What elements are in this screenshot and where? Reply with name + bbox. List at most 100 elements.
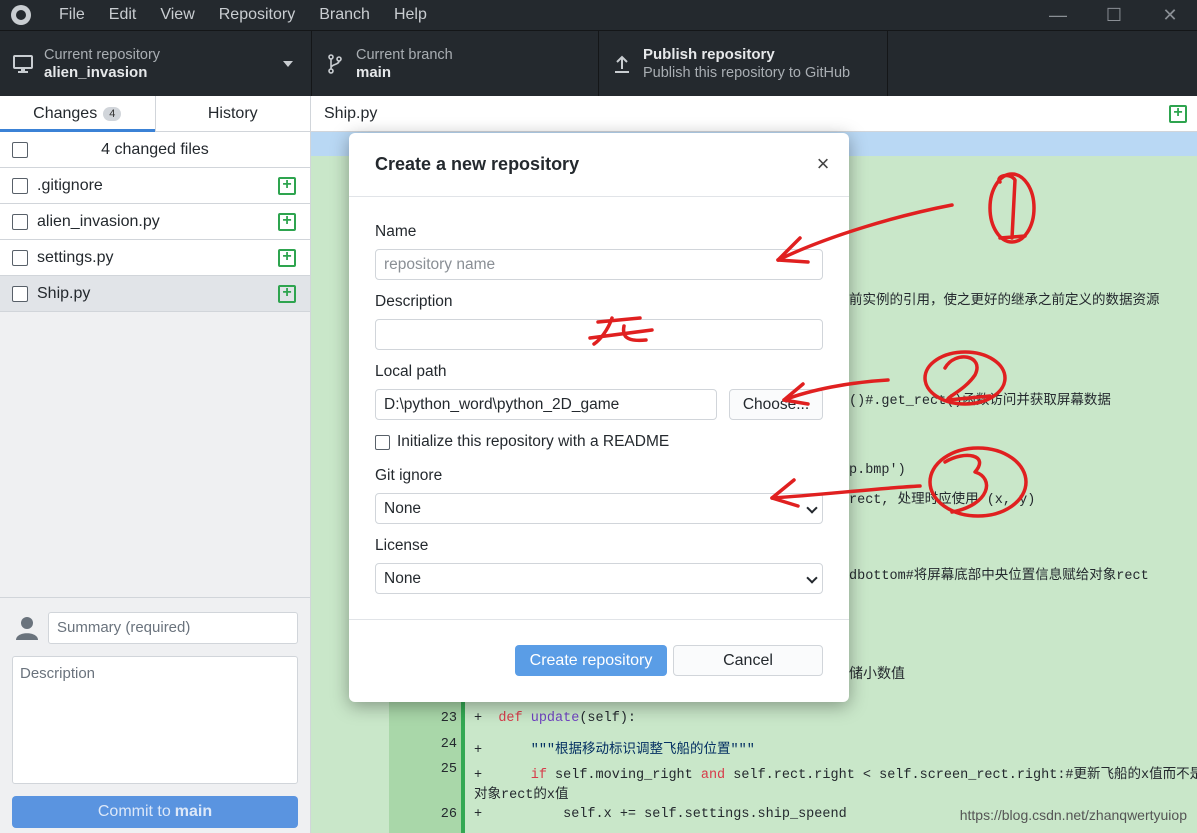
code-fragment: 前实例的引用，使之更好的继承之前定义的数据资源 bbox=[849, 292, 1160, 308]
line-number: 25 bbox=[440, 762, 457, 777]
code-line: + if self.moving_right and self.rect.rig… bbox=[474, 762, 1197, 783]
docstring: """根据移动标识调整飞船的位置""" bbox=[530, 743, 755, 758]
license-label: License bbox=[375, 537, 429, 554]
tab-history[interactable]: History bbox=[154, 96, 311, 131]
chevron-down-icon bbox=[806, 502, 818, 514]
upload-icon bbox=[611, 53, 633, 75]
readme-row[interactable]: Initialize this repository with a README bbox=[375, 433, 669, 451]
create-repository-dialog: Create a new repository × Name repositor… bbox=[349, 133, 849, 702]
added-file-icon: + bbox=[278, 284, 296, 303]
file-name: settings.py bbox=[37, 248, 114, 266]
file-checkbox[interactable] bbox=[12, 177, 28, 194]
select-all-row: 4 changed files bbox=[0, 132, 310, 168]
file-row[interactable]: settings.py + bbox=[0, 240, 310, 276]
current-repository-button[interactable]: Current repository alien_invasion bbox=[0, 31, 312, 97]
code-text: self.moving_right bbox=[555, 768, 701, 783]
menu-edit[interactable]: Edit bbox=[97, 0, 149, 30]
code-fragment: p.bmp') bbox=[849, 463, 906, 478]
commit-button[interactable]: Commit to main bbox=[12, 796, 298, 828]
current-branch-label: Current branch bbox=[356, 47, 453, 63]
sidebar-tabs: Changes 4 History bbox=[0, 96, 310, 132]
changed-files-count: 4 changed files bbox=[101, 140, 209, 158]
commit-panel: Summary (required) Description Commit to… bbox=[0, 597, 310, 833]
current-branch-button[interactable]: Current branch main bbox=[312, 31, 599, 97]
code-text: (self): bbox=[579, 711, 637, 726]
commit-button-label: Commit to bbox=[97, 803, 171, 820]
watermark: https://blog.csdn.net/zhanqwertyuiop bbox=[959, 807, 1187, 823]
dialog-header: Create a new repository bbox=[349, 133, 849, 197]
name-input[interactable]: repository name bbox=[375, 249, 823, 280]
chevron-down-icon bbox=[283, 61, 293, 67]
added-file-icon: + bbox=[278, 248, 296, 267]
file-name: Ship.py bbox=[37, 284, 91, 302]
create-repository-button[interactable]: Create repository bbox=[515, 645, 667, 676]
publish-repository-button[interactable]: Publish repository Publish this reposito… bbox=[599, 31, 888, 97]
file-name: .gitignore bbox=[37, 176, 103, 194]
monitor-icon bbox=[12, 53, 34, 75]
tab-history-label: History bbox=[207, 104, 258, 122]
file-row[interactable]: Ship.py + bbox=[0, 276, 310, 312]
file-name: alien_invasion.py bbox=[37, 212, 160, 230]
changes-count-badge: 4 bbox=[103, 106, 122, 121]
line-number: 24 bbox=[440, 737, 457, 752]
menu-branch[interactable]: Branch bbox=[307, 0, 382, 30]
menu-help[interactable]: Help bbox=[382, 0, 439, 30]
code-fragment: 储小数值 bbox=[849, 666, 905, 682]
tab-changes[interactable]: Changes 4 bbox=[0, 96, 155, 132]
tab-changes-label: Changes bbox=[33, 104, 98, 122]
menu-repository[interactable]: Repository bbox=[207, 0, 307, 30]
current-repository-label: Current repository bbox=[44, 47, 161, 63]
local-path-input[interactable]: D:\python_word\python_2D_game bbox=[375, 389, 717, 420]
avatar-icon bbox=[16, 616, 38, 640]
code-line: + self.x += self.settings.ship_speend bbox=[474, 807, 847, 822]
gitignore-select[interactable]: None bbox=[375, 493, 823, 524]
description-label: Description bbox=[375, 293, 453, 310]
current-branch-value: main bbox=[356, 64, 392, 81]
function-name: update bbox=[530, 711, 580, 726]
dialog-title: Create a new repository bbox=[375, 154, 580, 174]
code-fragment: rect, 处理时应使用 (x, y) bbox=[849, 493, 1036, 508]
code-fragment: ()#.get_rect()函数访问并获取屏幕数据 bbox=[849, 394, 1111, 409]
added-file-icon: + bbox=[1169, 104, 1187, 123]
name-label: Name bbox=[375, 223, 417, 240]
description-input[interactable] bbox=[375, 319, 823, 350]
file-row[interactable]: .gitignore + bbox=[0, 168, 310, 204]
readme-checkbox[interactable] bbox=[375, 434, 390, 450]
local-path-label: Local path bbox=[375, 363, 447, 380]
file-checkbox[interactable] bbox=[12, 213, 28, 230]
code-line: + """根据移动标识调整飞船的位置""" bbox=[474, 743, 755, 758]
close-window-icon[interactable]: ✕ bbox=[1142, 0, 1197, 30]
title-bar: File Edit View Repository Branch Help — … bbox=[0, 0, 1197, 30]
choose-button[interactable]: Choose... bbox=[729, 389, 823, 420]
keyword: if bbox=[530, 768, 556, 783]
dialog-footer: Create repository Cancel bbox=[349, 619, 849, 702]
gitignore-value: None bbox=[384, 500, 422, 517]
code-line-wrap: 对象rect的x值 bbox=[474, 788, 569, 803]
publish-repository-title: Publish repository bbox=[643, 46, 775, 63]
current-repository-value: alien_invasion bbox=[44, 64, 148, 81]
code-line: + def update(self): bbox=[474, 711, 637, 726]
code-fragment: dbottom#将屏幕底部中央位置信息赋给对象rect bbox=[849, 569, 1149, 584]
file-row[interactable]: alien_invasion.py + bbox=[0, 204, 310, 240]
maximize-icon[interactable]: ☐ bbox=[1086, 0, 1142, 30]
added-file-icon: + bbox=[278, 176, 296, 195]
menu-view[interactable]: View bbox=[148, 0, 206, 30]
toolbar: Current repository alien_invasion Curren… bbox=[0, 30, 1197, 97]
summary-input[interactable]: Summary (required) bbox=[48, 612, 298, 644]
cancel-button[interactable]: Cancel bbox=[673, 645, 823, 676]
gitignore-label: Git ignore bbox=[375, 467, 443, 484]
file-header: Ship.py + bbox=[311, 96, 1197, 132]
file-checkbox[interactable] bbox=[12, 249, 28, 266]
github-logo-icon bbox=[11, 5, 31, 25]
menu-file[interactable]: File bbox=[47, 0, 97, 30]
file-checkbox[interactable] bbox=[12, 285, 28, 302]
minimize-icon[interactable]: — bbox=[1030, 0, 1086, 30]
license-select[interactable]: None bbox=[375, 563, 823, 594]
line-number: 23 bbox=[440, 711, 457, 726]
file-title: Ship.py bbox=[324, 104, 378, 122]
readme-label: Initialize this repository with a README bbox=[397, 433, 670, 450]
close-icon[interactable]: × bbox=[811, 153, 835, 177]
line-number: 26 bbox=[440, 807, 457, 822]
license-value: None bbox=[384, 570, 422, 587]
description-textarea[interactable]: Description bbox=[12, 656, 298, 784]
